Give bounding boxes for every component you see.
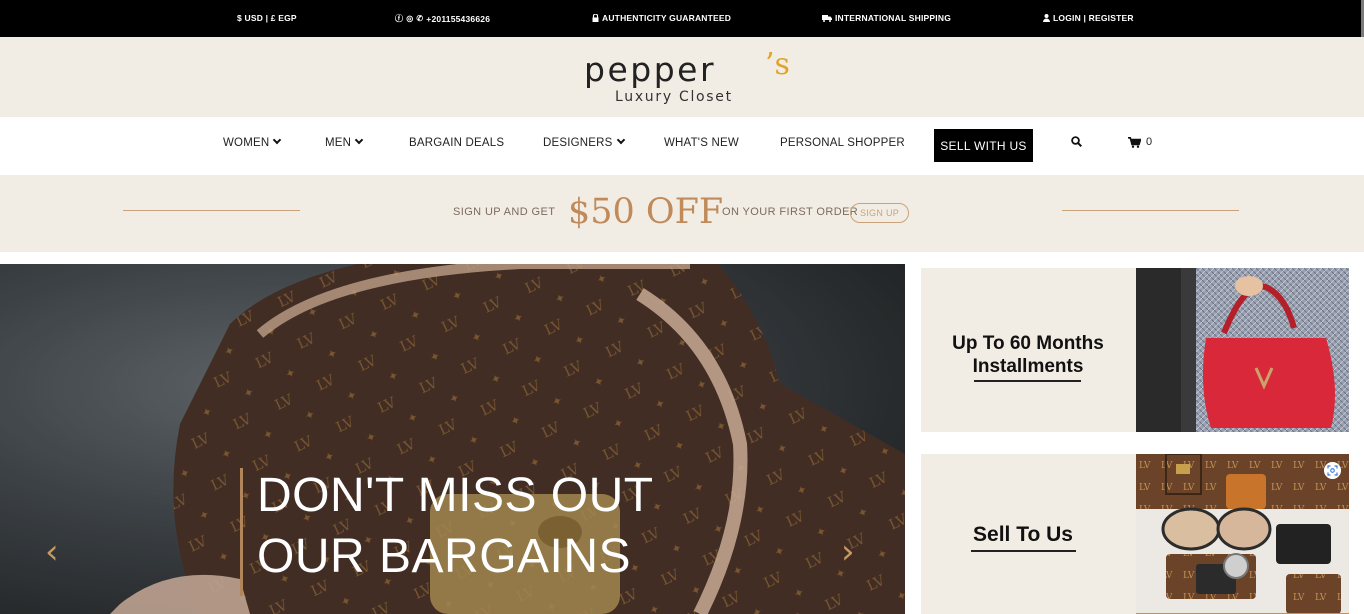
user-icon	[1043, 14, 1050, 22]
nav-label: WHAT'S NEW	[664, 137, 739, 149]
nav-label: DESIGNERS	[543, 137, 613, 149]
search-icon[interactable]	[1071, 136, 1082, 147]
nav-label: BARGAIN DEALS	[409, 137, 505, 149]
phone-icon: ✆	[416, 14, 424, 23]
promo-lead: SIGN UP AND GET	[453, 206, 556, 218]
nav-label: MEN	[325, 137, 352, 149]
sell-to-us-text: Sell To Us	[973, 523, 1073, 546]
sign-up-button[interactable]: SIGN UP	[850, 203, 909, 223]
expand-icon[interactable]	[1324, 462, 1341, 479]
logo-wordmark: pepper	[584, 50, 717, 89]
hero-title-line-2: OUR BARGAINS	[257, 530, 632, 583]
shipping-text: INTERNATIONAL SHIPPING	[835, 13, 952, 23]
carousel-prev-arrow[interactable]: ‹	[45, 535, 59, 569]
facebook-icon[interactable]: ⓕ	[395, 13, 403, 24]
login-text: LOGIN | REGISTER	[1053, 13, 1134, 23]
authenticity-text: AUTHENTICITY GUARANTEED	[602, 13, 732, 23]
nav-label: WOMEN	[223, 137, 270, 149]
logo-accent-s: ’s	[765, 47, 790, 82]
sell-to-us-underline	[971, 550, 1076, 552]
main-nav: WOMEN MEN BARGAIN DEALS DESIGNERS WHAT'S…	[0, 117, 1364, 175]
installments-line-2: Installments	[972, 356, 1084, 377]
installments-promo-card[interactable]: Up To 60 Months Installments	[921, 268, 1349, 432]
installments-line-1: Up To 60 Months	[952, 333, 1104, 354]
luxury-accessories-photo: LV	[1136, 454, 1349, 614]
nav-item-designers[interactable]: DESIGNERS	[543, 135, 625, 149]
nav-item-whats-new[interactable]: WHAT'S NEW	[664, 137, 739, 149]
currency-label: $ USD | £ EGP	[237, 13, 297, 23]
nav-item-men[interactable]: MEN	[325, 135, 364, 149]
sell-with-us-button[interactable]: SELL WITH US	[934, 129, 1033, 162]
authenticity-badge: AUTHENTICITY GUARANTEED	[592, 13, 731, 23]
promo-amount: $50 OFF	[568, 192, 724, 232]
nav-label: PERSONAL SHOPPER	[780, 137, 905, 149]
carousel-next-arrow[interactable]: ›	[841, 535, 855, 569]
social-contact: ⓕ ◎ ✆ +201155436626	[395, 13, 490, 24]
cart-icon	[1128, 136, 1141, 148]
signup-promo-band: SIGN UP AND GET $50 OFF ON YOUR FIRST OR…	[0, 175, 1364, 252]
truck-icon	[822, 14, 832, 22]
top-bar: $ USD | £ EGP ⓕ ◎ ✆ +201155436626 AUTHEN…	[0, 0, 1364, 37]
red-handbag-photo	[1136, 268, 1349, 432]
promo-tail: ON YOUR FIRST ORDER	[722, 206, 859, 218]
chevron-down-icon	[273, 135, 282, 145]
nav-item-bargain-deals[interactable]: BARGAIN DEALS	[409, 137, 504, 149]
divider-left	[123, 210, 300, 211]
cart-count: 0	[1146, 136, 1153, 148]
cart-button[interactable]: 0	[1128, 136, 1152, 148]
hero-title-line-1: DON'T MISS OUT	[257, 469, 654, 522]
divider-right	[1062, 210, 1239, 211]
instagram-icon[interactable]: ◎	[406, 14, 413, 23]
phone-number[interactable]: +201155436626	[426, 14, 490, 24]
nav-item-women[interactable]: WOMEN	[223, 135, 282, 149]
lock-icon	[592, 14, 599, 22]
currency-switcher[interactable]: $ USD | £ EGP	[237, 13, 297, 23]
chevron-down-icon	[616, 135, 625, 145]
installments-text: Up To 60 Months Installments	[933, 332, 1123, 378]
login-register-link[interactable]: LOGIN | REGISTER	[1043, 13, 1134, 23]
hero-accent-bar	[240, 468, 243, 596]
nav-item-personal-shopper[interactable]: PERSONAL SHOPPER	[780, 137, 905, 149]
installments-underline	[974, 380, 1081, 382]
sell-to-us-promo-card[interactable]: Sell To Us LV	[921, 454, 1349, 614]
shipping-badge: INTERNATIONAL SHIPPING	[822, 13, 951, 23]
logo-subtitle: Luxury Closet	[615, 89, 733, 105]
chevron-down-icon	[354, 135, 364, 145]
site-logo[interactable]: pepper ’s Luxury Closet	[584, 50, 790, 110]
